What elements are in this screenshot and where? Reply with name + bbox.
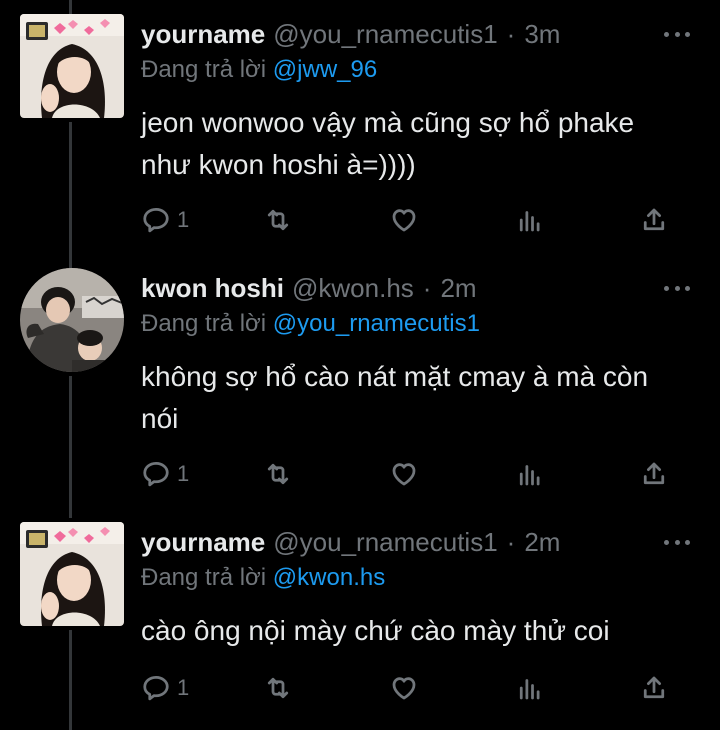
- tweet-header: yourname @you_rnamecutis1 · 2m: [141, 522, 560, 562]
- avatar-image: [20, 268, 124, 372]
- display-name[interactable]: kwon hoshi: [141, 273, 284, 304]
- avatar-image: [20, 522, 124, 626]
- thread-line: [69, 0, 72, 14]
- avatar-image: [20, 14, 124, 118]
- retweet-button[interactable]: [263, 668, 293, 708]
- reply-icon: [143, 462, 169, 487]
- avatar[interactable]: [20, 14, 124, 118]
- reply-count: 1: [177, 207, 190, 232]
- tweet[interactable]: yourname @you_rnamecutis1 · 3m Đang trả …: [0, 14, 720, 244]
- avatar[interactable]: [20, 522, 124, 626]
- display-name[interactable]: yourname: [141, 19, 265, 50]
- more-icon[interactable]: [664, 524, 690, 560]
- tweet[interactable]: yourname @you_rnamecutis1 · 2m Đang trả …: [0, 522, 720, 730]
- views-icon: [519, 465, 540, 486]
- user-handle[interactable]: @kwon.hs: [292, 273, 414, 304]
- action-bar: 1: [141, 454, 681, 494]
- mention-link[interactable]: @jww_96: [273, 56, 377, 83]
- reply-icon: [143, 676, 169, 701]
- mention-link[interactable]: @you_rnamecutis1: [273, 310, 480, 337]
- heart-icon: [392, 677, 416, 700]
- separator-dot: ·: [422, 272, 432, 303]
- tweet-text: không sợ hổ cào nát mặt cmay à mà còn nó…: [141, 361, 649, 434]
- action-bar: 1: [141, 668, 681, 708]
- action-bar: 1: [141, 200, 681, 240]
- reply-button[interactable]: 1: [141, 668, 189, 708]
- user-handle[interactable]: @you_rnamecutis1: [273, 527, 497, 558]
- tweet-header: yourname @you_rnamecutis1 · 3m: [141, 14, 560, 54]
- avatar[interactable]: [20, 268, 124, 372]
- mention-link[interactable]: @kwon.hs: [273, 564, 385, 591]
- retweet-icon: [267, 463, 289, 485]
- more-icon[interactable]: [664, 270, 690, 306]
- reply-button[interactable]: 1: [141, 200, 189, 240]
- share-icon: [643, 462, 665, 485]
- replying-to-label: Đang trả lời: [141, 310, 267, 337]
- user-handle[interactable]: @you_rnamecutis1: [273, 19, 497, 50]
- reply-count: 1: [177, 461, 190, 486]
- separator-dot: ·: [506, 18, 516, 49]
- share-icon: [643, 208, 665, 231]
- share-button[interactable]: [639, 200, 669, 240]
- more-icon[interactable]: [664, 16, 690, 52]
- reply-button[interactable]: 1: [141, 454, 189, 494]
- tweet-header: kwon hoshi @kwon.hs · 2m: [141, 268, 477, 308]
- views-button[interactable]: [515, 454, 545, 494]
- heart-icon: [392, 209, 416, 232]
- reply-icon: [143, 208, 169, 233]
- tweet[interactable]: kwon hoshi @kwon.hs · 2m Đang trả lời @y…: [0, 268, 720, 498]
- display-name[interactable]: yourname: [141, 527, 265, 558]
- replying-to-label: Đang trả lời: [141, 56, 267, 83]
- like-button[interactable]: [389, 668, 419, 708]
- retweet-icon: [267, 209, 289, 231]
- replying-to: Đang trả lời @jww_96: [141, 56, 377, 84]
- separator-dot: ·: [506, 526, 516, 557]
- retweet-icon: [267, 677, 289, 699]
- replying-to: Đang trả lời @kwon.hs: [141, 564, 385, 592]
- share-icon: [643, 676, 665, 699]
- timestamp[interactable]: 3m: [524, 19, 560, 50]
- share-button[interactable]: [639, 454, 669, 494]
- retweet-button[interactable]: [263, 200, 293, 240]
- heart-icon: [392, 463, 416, 486]
- views-button[interactable]: [515, 668, 545, 708]
- retweet-button[interactable]: [263, 454, 293, 494]
- timestamp[interactable]: 2m: [440, 273, 476, 304]
- timestamp[interactable]: 2m: [524, 527, 560, 558]
- views-icon: [519, 679, 540, 700]
- tweet-text: jeon wonwoo vậy mà cũng sợ hổ phake như …: [141, 107, 635, 180]
- views-button[interactable]: [515, 200, 545, 240]
- replying-to: Đang trả lời @you_rnamecutis1: [141, 310, 480, 338]
- tweet-text: cào ông nội mày chứ cào mày thử coi: [141, 615, 610, 646]
- replying-to-label: Đang trả lời: [141, 564, 267, 591]
- like-button[interactable]: [389, 200, 419, 240]
- views-icon: [519, 211, 540, 232]
- like-button[interactable]: [389, 454, 419, 494]
- share-button[interactable]: [639, 668, 669, 708]
- reply-count: 1: [177, 675, 190, 700]
